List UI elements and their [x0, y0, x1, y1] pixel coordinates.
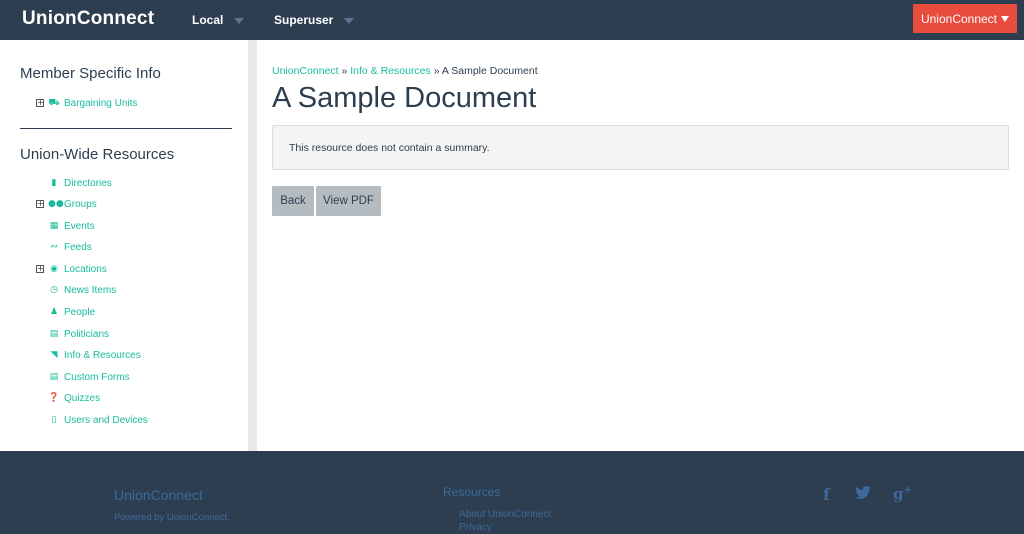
org-dropdown-label: UnionConnect: [920, 11, 998, 26]
sidebar-item-label: Feeds: [64, 241, 92, 253]
sidebar-item-directories[interactable]: ▮ Directories: [36, 176, 112, 190]
local-menu-label: Local: [192, 13, 224, 27]
footer: UnionConnect Powered by UnionConnect. Re…: [0, 451, 1024, 534]
summary-box: This resource does not contain a summary…: [272, 125, 1009, 170]
folder-open-icon: ◥: [50, 350, 58, 360]
sidebar-item-bargaining-units[interactable]: + ⛟ Bargaining Units: [36, 96, 137, 110]
sidebar-item-label: Quizzes: [64, 392, 101, 404]
sidebar-item-groups[interactable]: + ●● Groups: [36, 197, 97, 211]
sidebar-item-label: Custom Forms: [64, 371, 130, 383]
globe-icon: ◉: [50, 264, 58, 274]
sidebar-item-quizzes[interactable]: ❓ Quizzes: [36, 391, 100, 405]
expand-icon[interactable]: +: [36, 200, 44, 208]
sidebar-item-label: Directories: [64, 177, 112, 189]
breadcrumb-separator: »: [430, 65, 442, 77]
top-navbar: UnionConnect Local Superuser UnionConnec…: [0, 0, 1024, 40]
sidebar-item-label: Events: [64, 220, 95, 232]
footer-link-about[interactable]: About UnionConnect: [459, 509, 551, 520]
list-alt-icon: ▤: [49, 372, 59, 382]
truck-icon: ⛟: [48, 97, 60, 108]
footer-brand: UnionConnect: [114, 487, 203, 503]
breadcrumb-home-link[interactable]: UnionConnect: [272, 65, 339, 77]
sidebar-item-label: Bargaining Units: [64, 97, 138, 109]
breadcrumb: UnionConnect » Info & Resources » A Samp…: [272, 65, 538, 77]
local-menu[interactable]: Local: [192, 13, 245, 27]
sidebar-item-politicians[interactable]: ▤ Politicians: [36, 327, 109, 341]
page-title: A Sample Document: [272, 82, 537, 114]
building-icon: ▤: [49, 329, 59, 339]
sidebar-divider: [20, 128, 232, 129]
footer-resources-title: Resources: [443, 485, 501, 499]
book-icon: ▮: [51, 178, 57, 188]
sidebar-item-custom-forms[interactable]: ▤ Custom Forms: [36, 370, 130, 384]
sidebar-item-info-resources[interactable]: ◥ Info & Resources: [36, 348, 141, 362]
caret-down-icon: [234, 18, 245, 24]
sidebar-item-locations[interactable]: + ◉ Locations: [36, 262, 107, 276]
summary-text: This resource does not contain a summary…: [289, 142, 490, 154]
sidebar-item-label: Locations: [64, 263, 107, 275]
twitter-icon[interactable]: [855, 485, 871, 504]
main-content: UnionConnect » Info & Resources » A Samp…: [257, 40, 1024, 451]
sidebar-item-label: Users and Devices: [64, 414, 148, 426]
sidebar-item-label: People: [64, 306, 96, 318]
mobile-icon: ▯: [51, 415, 57, 425]
rss-icon: ∾: [50, 242, 58, 252]
caret-down-icon: [344, 18, 355, 24]
facebook-icon[interactable]: f: [823, 485, 830, 504]
superuser-menu[interactable]: Superuser: [274, 13, 355, 27]
calendar-icon: ▦: [49, 221, 59, 231]
user-icon: ♟: [49, 307, 59, 317]
sidebar-item-people[interactable]: ♟ People: [36, 305, 95, 319]
breadcrumb-section-link[interactable]: Info & Resources: [350, 65, 431, 77]
question-circle-icon: ❓: [48, 393, 60, 403]
footer-powered-by: Powered by UnionConnect.: [114, 512, 230, 523]
superuser-menu-label: Superuser: [274, 13, 334, 27]
footer-link-privacy[interactable]: Privacy: [459, 522, 492, 533]
google-plus-icon[interactable]: g+: [893, 485, 912, 503]
expand-icon[interactable]: +: [36, 265, 44, 273]
sidebar-item-label: Politicians: [64, 328, 110, 340]
breadcrumb-current: A Sample Document: [441, 65, 538, 77]
brand-logo[interactable]: UnionConnect: [22, 8, 154, 30]
users-icon: ●●: [48, 199, 64, 209]
sidebar-item-news-items[interactable]: ◷ News Items: [36, 283, 116, 297]
sidebar-item-users-devices[interactable]: ▯ Users and Devices: [36, 413, 148, 427]
sidebar-item-feeds[interactable]: ∾ Feeds: [36, 240, 92, 254]
sidebar-scrollbar[interactable]: [248, 40, 257, 451]
caret-down-icon: [1001, 15, 1010, 22]
expand-icon[interactable]: +: [36, 99, 44, 107]
org-dropdown-button[interactable]: UnionConnect: [913, 4, 1017, 33]
sidebar: Member Specific Info + ⛟ Bargaining Unit…: [0, 40, 248, 451]
union-section-title: Union-Wide Resources: [20, 146, 175, 163]
sidebar-item-events[interactable]: ▦ Events: [36, 219, 95, 233]
clock-icon: ◷: [50, 285, 58, 295]
view-pdf-button[interactable]: View PDF: [316, 186, 381, 216]
breadcrumb-separator: »: [338, 65, 351, 77]
sidebar-item-label: News Items: [64, 284, 117, 296]
sidebar-item-label: Info & Resources: [64, 349, 141, 361]
sidebar-item-label: Groups: [64, 198, 97, 210]
back-button[interactable]: Back: [272, 186, 314, 216]
member-section-title: Member Specific Info: [20, 65, 161, 82]
